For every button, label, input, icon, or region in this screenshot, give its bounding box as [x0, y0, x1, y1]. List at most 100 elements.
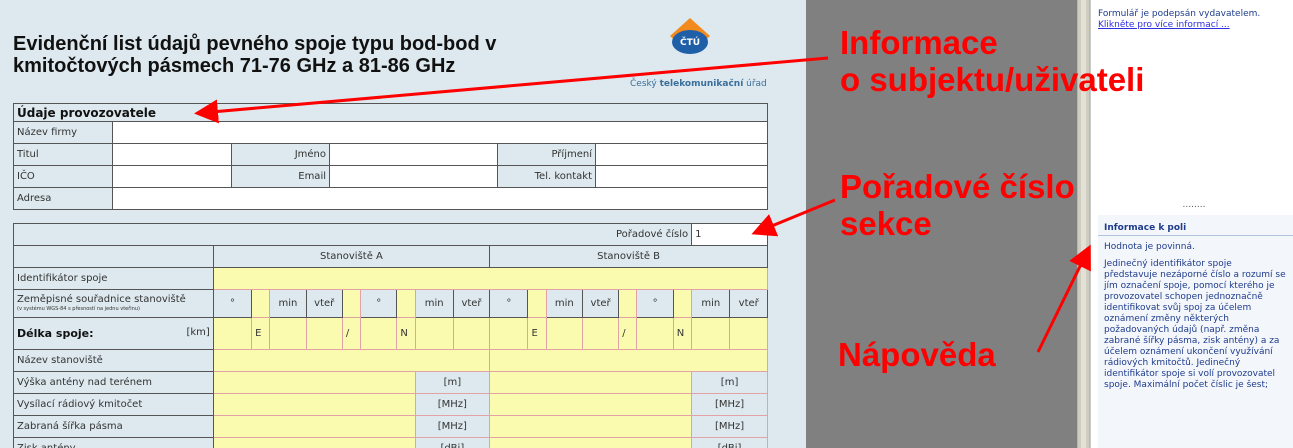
b-lat-sec-input[interactable]: [581, 317, 620, 350]
a-lon-deg-label: °: [360, 289, 398, 318]
b-lon-deg-input[interactable]: [672, 289, 693, 318]
logo-caption: Český telekomunikační úřad: [630, 79, 767, 89]
surname-input[interactable]: [595, 143, 768, 166]
title-label: Titul: [13, 143, 113, 166]
site-a-name-input[interactable]: [212, 349, 491, 372]
b-lat-sec-label: vteř: [581, 289, 620, 318]
logo-text: ČTÚ: [680, 36, 700, 48]
help-panel: Informace k poli Hodnota je povinná. Jed…: [1098, 215, 1293, 448]
a-tx-freq-input[interactable]: [212, 393, 416, 416]
length-input[interactable]: [212, 317, 253, 350]
surname-label: Příjmení: [497, 143, 596, 166]
a-lat-deg-input[interactable]: [251, 289, 271, 318]
b-tx-freq-input[interactable]: [489, 393, 693, 416]
bandwidth-label: Zabraná šířka pásma: [13, 415, 214, 438]
a-lat-deg-label: °: [212, 289, 253, 318]
a-lon-deg-input[interactable]: [396, 289, 416, 318]
name-input[interactable]: [329, 143, 498, 166]
ctu-logo-icon: ČTÚ: [670, 18, 710, 54]
site-b-name-input[interactable]: [489, 349, 768, 372]
annotation-help: Nápověda: [838, 336, 996, 373]
a-lat-min-label: min: [269, 289, 307, 318]
a-lon-sep[interactable]: [341, 289, 362, 318]
a-lon-min-input[interactable]: [414, 317, 454, 350]
help-required-text: Hodnota je povinná.: [1104, 242, 1195, 252]
help-title: Informace k poli: [1098, 215, 1293, 236]
link-id-label: Identifikátor spoje: [13, 267, 214, 290]
address-label: Adresa: [13, 187, 113, 210]
a-ant-height-input[interactable]: [212, 371, 416, 394]
address-input[interactable]: [112, 187, 768, 210]
b-ant-height-unit: [m]: [691, 371, 768, 394]
link-id-input[interactable]: [212, 267, 769, 290]
operator-section-heading: Údaje provozovatele: [13, 103, 768, 122]
ico-label: IČO: [13, 165, 113, 188]
b-gain-input[interactable]: [489, 437, 693, 448]
name-label: Jméno: [231, 143, 330, 166]
a-slash-label: /: [341, 317, 362, 350]
form-pane: Evidenční list údajů pevného spoje typu …: [0, 0, 806, 448]
ant-height-label: Výška antény nad terénem: [13, 371, 214, 394]
form-title-line-1: Evidenční list údajů pevného spoje typu …: [13, 33, 497, 55]
firm-input[interactable]: [112, 121, 768, 144]
b-slash-label: /: [618, 317, 638, 350]
a-lon-min-label: min: [414, 289, 454, 318]
b-lon-sec-label: vteř: [729, 289, 768, 318]
order-number-input[interactable]: 1: [691, 223, 768, 246]
a-bandwidth-input[interactable]: [212, 415, 416, 438]
a-north-label: N: [396, 317, 416, 350]
help-description-text: Jedinečný identifikátor spoje představuj…: [1104, 259, 1286, 390]
b-lon-min-input[interactable]: [691, 317, 731, 350]
a-tx-freq-unit: [MHz]: [414, 393, 491, 416]
b-lat-min-label: min: [545, 289, 583, 318]
site-a-header: Stanoviště A: [212, 245, 491, 268]
b-lon-deg-value[interactable]: [636, 317, 674, 350]
link-table: Pořadové číslo 1 Stanoviště A Stanoviště…: [12, 223, 769, 448]
site-b-header: Stanoviště B: [489, 245, 768, 268]
b-lon-deg-label: °: [636, 289, 674, 318]
a-lon-sec-label: vteř: [452, 289, 491, 318]
b-lat-min-input[interactable]: [545, 317, 583, 350]
tel-input[interactable]: [595, 165, 768, 188]
b-lat-deg-value[interactable]: [489, 317, 529, 350]
a-lon-sec-input[interactable]: [452, 317, 491, 350]
annotation-subject-info: Informace o subjektu/uživateli: [840, 24, 1145, 98]
b-ant-height-input[interactable]: [489, 371, 693, 394]
site-name-label: Název stanoviště: [13, 349, 214, 372]
a-lat-sec-label: vteř: [305, 289, 343, 318]
annotation-order-number: Pořadové číslo sekce: [840, 168, 1075, 242]
email-label: Email: [231, 165, 330, 188]
order-number-label: Pořadové číslo: [12, 223, 693, 246]
length-label-cell: Délka spoje: [km]: [13, 317, 214, 350]
firm-label: Název firmy: [13, 121, 113, 144]
b-gain-unit: [dBi]: [691, 437, 768, 448]
operator-table: Údaje provozovatele Název firmy Titul Jm…: [13, 103, 768, 210]
coords-label: Zeměpisné souřadnice stanoviště (v systém…: [13, 289, 214, 318]
a-east-label: E: [251, 317, 271, 350]
a-ant-height-unit: [m]: [414, 371, 491, 394]
title-input[interactable]: [112, 143, 232, 166]
b-lon-sep[interactable]: [618, 289, 638, 318]
email-input[interactable]: [329, 165, 498, 188]
a-lon-deg-value[interactable]: [360, 317, 398, 350]
sidebar-separator[interactable]: ........: [1095, 200, 1293, 214]
b-tx-freq-unit: [MHz]: [691, 393, 768, 416]
a-bandwidth-unit: [MHz]: [414, 415, 491, 438]
ico-input[interactable]: [112, 165, 232, 188]
a-lat-sec-input[interactable]: [305, 317, 343, 350]
b-lat-deg-label: °: [489, 289, 529, 318]
b-lon-sec-input[interactable]: [729, 317, 768, 350]
tel-label: Tel. kontakt: [497, 165, 596, 188]
a-gain-input[interactable]: [212, 437, 416, 448]
tx-freq-label: Vysílací rádiový kmitočet: [13, 393, 214, 416]
a-lat-min-input[interactable]: [269, 317, 307, 350]
form-title-line-2: kmitočtových pásmech 71-76 GHz a 81-86 G…: [13, 55, 456, 77]
b-east-label: E: [527, 317, 547, 350]
b-bandwidth-unit: [MHz]: [691, 415, 768, 438]
b-lon-min-label: min: [691, 289, 731, 318]
b-bandwidth-input[interactable]: [489, 415, 693, 438]
b-lat-deg-input[interactable]: [527, 289, 547, 318]
b-north-label: N: [672, 317, 693, 350]
form-title: Evidenční list údajů pevného spoje typu …: [13, 33, 496, 77]
gain-label: Zisk antény: [13, 437, 214, 448]
